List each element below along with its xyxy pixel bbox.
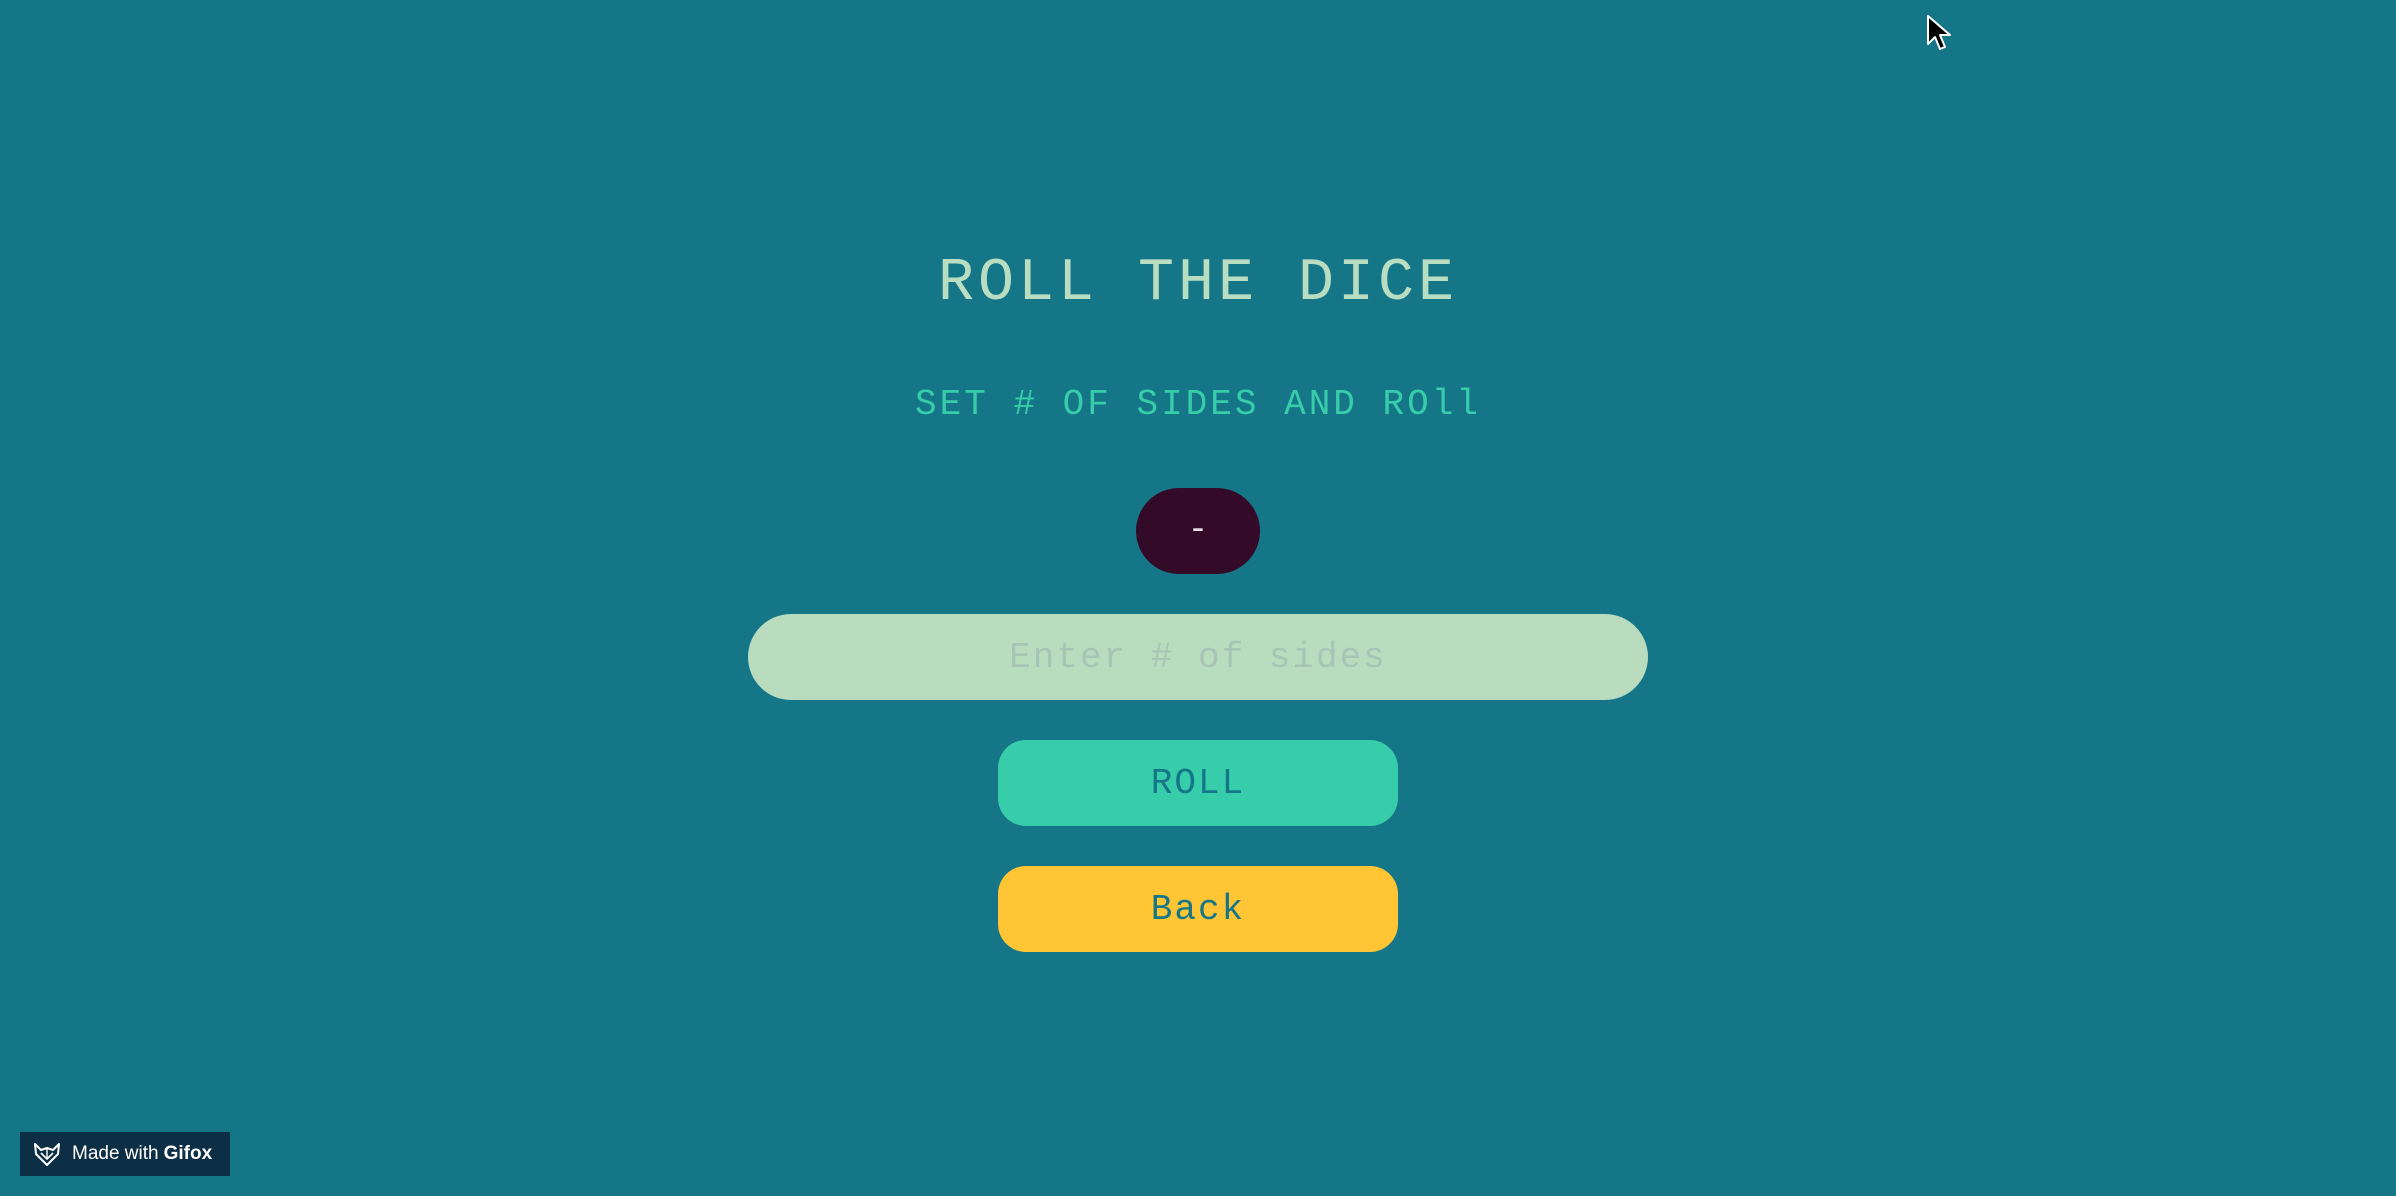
page-title: ROLL THE DICE xyxy=(937,250,1459,318)
roll-button[interactable]: ROLL xyxy=(998,740,1398,826)
fox-icon xyxy=(34,1143,60,1166)
back-button[interactable]: Back xyxy=(998,866,1398,952)
mouse-cursor-icon xyxy=(1927,15,1951,50)
app-screen: ROLL THE DICE SET # OF SIDES AND ROll - … xyxy=(0,0,2396,1196)
badge-brand: Gifox xyxy=(163,1143,213,1164)
made-with-gifox-badge[interactable]: Made with Gifox xyxy=(20,1132,230,1176)
sides-input[interactable] xyxy=(748,614,1648,700)
roll-result-display: - xyxy=(1136,488,1260,574)
badge-prefix: Made with xyxy=(72,1143,159,1164)
page-subtitle: SET # OF SIDES AND ROll xyxy=(915,384,1481,425)
